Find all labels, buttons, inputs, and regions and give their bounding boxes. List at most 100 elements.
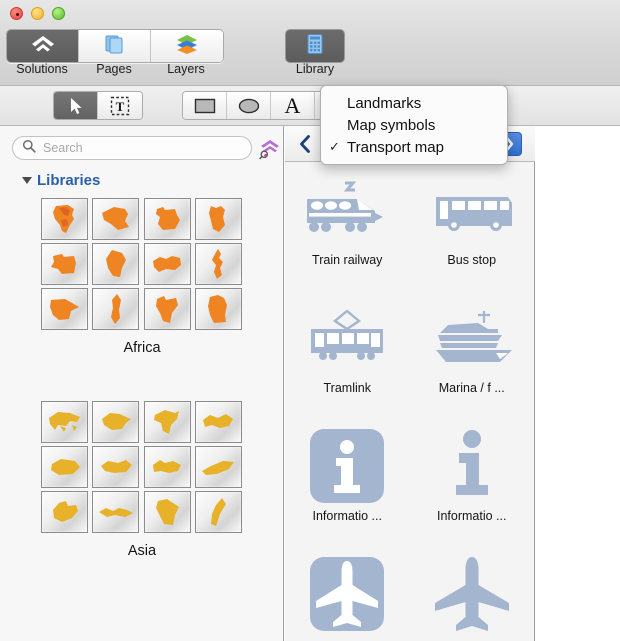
library-thumb-grid [41,401,243,533]
toolbar-label-library: Library [295,62,335,76]
toolbar-item-pages[interactable] [79,30,151,62]
close-window-button[interactable] [10,7,23,20]
library-thumb[interactable] [194,198,242,240]
minimize-window-button[interactable] [31,7,44,20]
library-group-label: Asia [127,543,157,559]
library-group-africa: Africa [0,198,284,356]
library-thumb[interactable] [143,198,191,240]
library-thumb[interactable] [92,401,140,443]
library-thumb[interactable] [143,288,191,330]
library-thumb[interactable] [92,491,140,533]
symbol-label: Train railway [312,253,383,267]
view-segmented-control [6,29,224,63]
symbol-label: Marina / f ... [438,381,505,395]
pointer-tool[interactable] [54,92,98,119]
menu-item-label: Landmarks [347,94,422,112]
tram-icon [299,303,395,373]
libraries-section-header[interactable]: Libraries [22,172,100,189]
library-thumb[interactable] [143,446,191,488]
selection-tool-group: T [53,91,143,120]
library-thumb[interactable] [92,198,140,240]
symbol-grid: Train railway Bus stop Tramlink Marina /… [285,163,534,641]
symbol-panel: Train railway Bus stop Tramlink Marina /… [285,126,535,641]
search-row: Search [0,134,284,164]
symbol-label: Informatio ... [312,509,382,523]
search-input[interactable]: Search [12,136,252,160]
library-thumb[interactable] [194,491,242,533]
airplane-icon [424,557,520,631]
library-thumb-grid [41,198,243,330]
library-group-asia: Asia [0,401,284,559]
symbol-item[interactable] [285,547,410,641]
pages-icon [104,33,126,60]
rectangle-tool[interactable] [183,92,227,119]
symbol-item[interactable]: Tramlink [285,291,410,419]
library-thumb[interactable] [41,446,88,488]
ellipse-tool[interactable] [227,92,271,119]
libraries-sidebar: Search Libraries Africa Asia [0,126,284,641]
application-window: Solutions Pages Layers Library T A Searc… [0,0,620,641]
text-tool-label: A [284,92,301,118]
information-tile-icon [299,429,395,503]
menu-item-map-symbols[interactable]: Map symbols [321,114,507,136]
train-icon [299,175,395,245]
text-select-tool[interactable]: T [98,92,142,119]
menu-item-landmarks[interactable]: Landmarks [321,92,507,114]
toolbar-item-solutions[interactable] [7,30,79,62]
library-thumb[interactable] [194,243,242,285]
library-thumb[interactable] [143,401,191,443]
tool-bar: T A [0,86,620,126]
library-thumb[interactable] [41,401,88,443]
library-search-badge-icon[interactable] [258,138,280,160]
library-thumb[interactable] [194,288,242,330]
toolbar-item-library[interactable] [285,29,345,63]
library-thumb[interactable] [41,491,88,533]
libraries-section-title: Libraries [37,172,101,189]
window-controls [10,7,65,20]
library-thumb[interactable] [92,243,140,285]
back-button[interactable] [293,132,317,156]
svg-text:T: T [116,99,125,114]
chevron-down-icon[interactable] [22,177,32,184]
text-tool[interactable]: A [271,92,315,119]
symbol-label: Tramlink [323,381,371,395]
title-bar: Solutions Pages Layers Library [0,0,620,86]
library-thumb[interactable] [194,446,242,488]
library-thumb[interactable] [194,401,242,443]
library-grid-icon [305,33,325,60]
library-group-label: Africa [123,340,161,356]
library-thumb[interactable] [92,288,140,330]
bus-icon [424,175,520,245]
menu-item-label: Map symbols [347,116,436,134]
library-category-menu: Landmarks Map symbols ✓ Transport map [320,85,508,165]
search-icon [22,139,36,158]
library-thumb[interactable] [143,243,191,285]
document-canvas[interactable] [536,126,620,641]
library-thumb[interactable] [92,446,140,488]
toolbar-item-layers[interactable] [151,30,223,62]
symbol-label: Informatio ... [437,509,507,523]
symbol-item[interactable] [410,547,535,641]
symbol-item[interactable]: Train railway [285,163,410,291]
symbol-item[interactable]: Informatio ... [410,419,535,547]
symbol-item[interactable]: Marina / f ... [410,291,535,419]
symbol-label: Bus stop [447,253,497,267]
toolbar-label-solutions: Solutions [16,62,68,76]
airplane-tile-icon [299,557,395,631]
information-icon [424,430,520,501]
search-placeholder: Search [43,141,83,155]
menu-item-transport-map[interactable]: ✓ Transport map [321,136,507,158]
checkmark-icon: ✓ [329,139,340,154]
ship-icon [424,303,520,373]
chevrons-icon [30,33,56,60]
library-thumb[interactable] [143,491,191,533]
symbol-item[interactable]: Informatio ... [285,419,410,547]
symbol-item[interactable]: Bus stop [410,163,535,291]
toolbar-labels: Solutions Pages Layers [6,62,222,76]
zoom-window-button[interactable] [52,7,65,20]
toolbar-label-layers: Layers [167,62,205,76]
library-thumb[interactable] [41,243,88,285]
library-thumb[interactable] [41,288,88,330]
menu-item-label: Transport map [347,138,444,156]
library-thumb[interactable] [41,198,88,240]
